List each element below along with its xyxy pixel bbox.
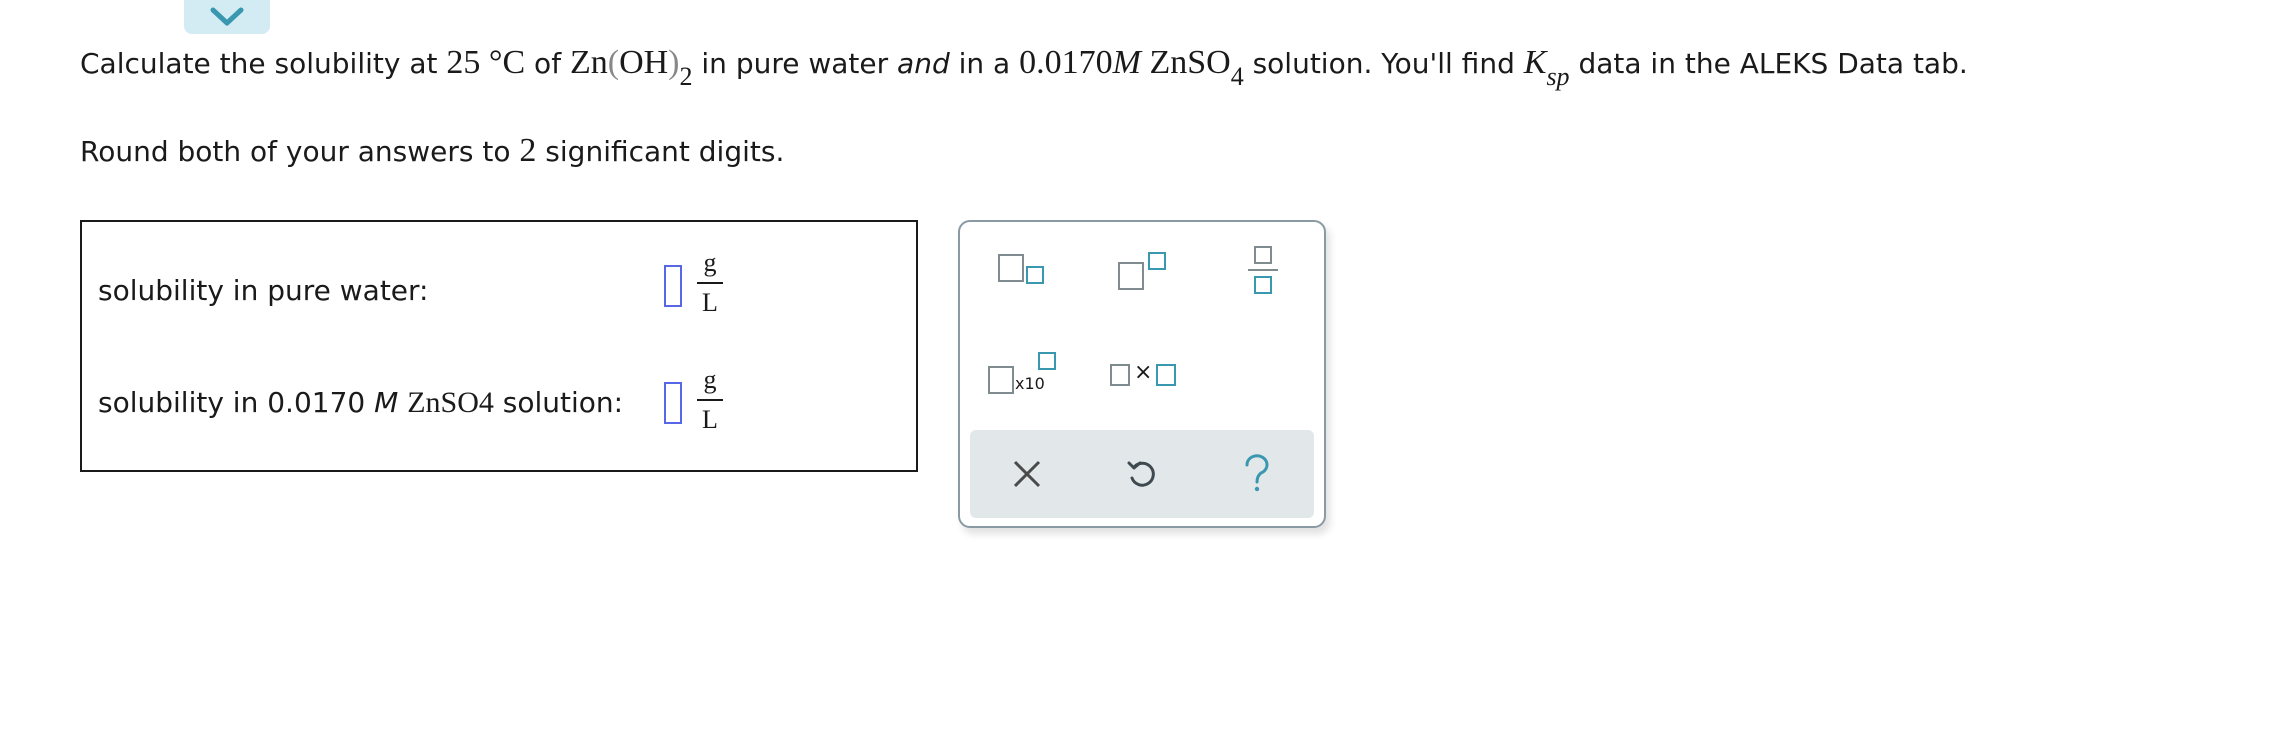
chevron-down-icon (210, 7, 244, 26)
undo-button[interactable] (1085, 430, 1199, 518)
help-button[interactable] (1200, 430, 1314, 518)
toolbar-actions (970, 430, 1314, 518)
undo-icon (1127, 461, 1155, 487)
pure-water-unit: g L (697, 248, 723, 318)
pure-water-answer-input[interactable] (664, 265, 682, 307)
znso4-solution-answer-input[interactable] (664, 382, 682, 424)
superscript-button[interactable] (1118, 252, 1174, 292)
multiply-button[interactable]: × (1110, 360, 1180, 390)
question-text: Calculate the solubility at 25 °C of Zn(… (80, 44, 1968, 91)
znso4-solution-label: solubility in 0.0170 M ZnSO4 solution: (98, 386, 624, 419)
clear-button[interactable] (970, 430, 1084, 518)
answer-box: solubility in pure water: g L solubility… (80, 220, 918, 472)
math-toolbar: x10 × (958, 220, 1326, 528)
scientific-notation-button[interactable]: x10 (988, 352, 1058, 398)
znso4-solution-unit: g L (697, 365, 723, 435)
clear-icon (1013, 460, 1041, 488)
rounding-instruction: Round both of your answers to 2 signific… (80, 132, 785, 169)
help-icon (1245, 454, 1269, 492)
subscript-button[interactable] (998, 252, 1054, 292)
pure-water-label: solubility in pure water: (98, 274, 429, 307)
collapse-tab[interactable] (184, 0, 270, 34)
fraction-button[interactable] (1248, 246, 1278, 304)
